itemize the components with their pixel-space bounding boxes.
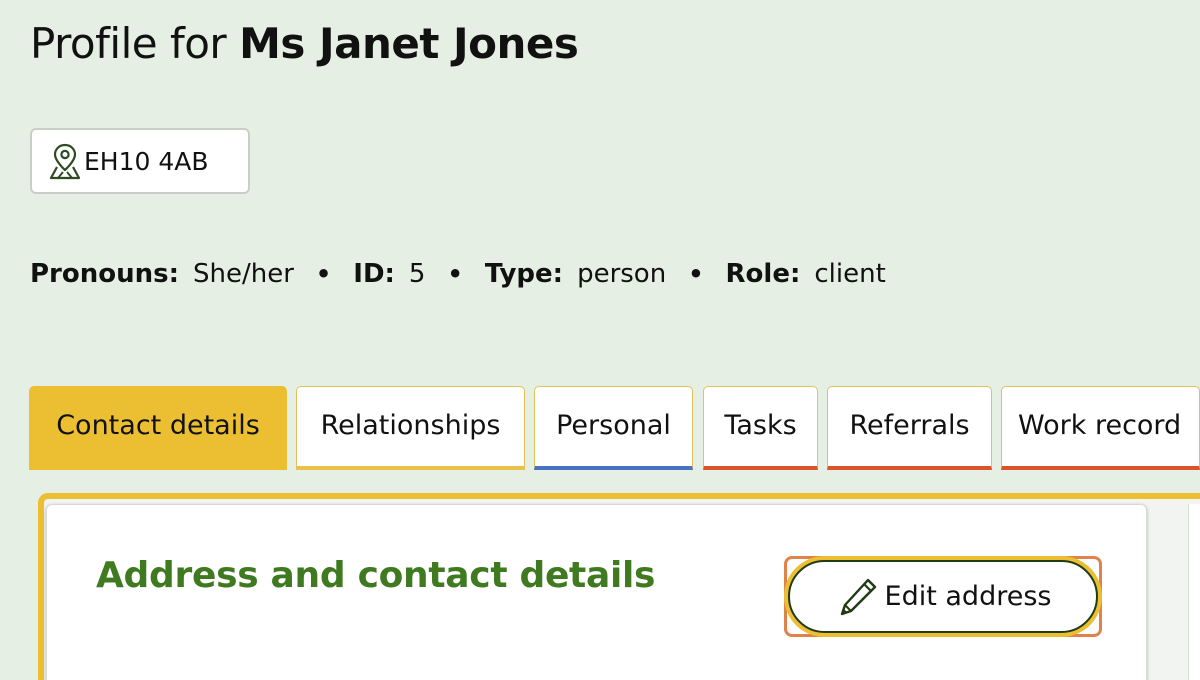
- page-title-prefix: Profile for: [30, 19, 227, 68]
- map-pin-icon: [48, 141, 82, 181]
- tab-relationships[interactable]: Relationships: [296, 386, 525, 470]
- type-label: Type:: [484, 259, 564, 289]
- edit-address-button[interactable]: Edit address: [788, 560, 1098, 633]
- meta-separator: •: [315, 260, 332, 288]
- next-card-edge: [1188, 504, 1200, 680]
- tab-referrals[interactable]: Referrals: [827, 386, 992, 470]
- profile-page: Profile for Ms Janet Jones EH10 4AB Pron…: [0, 0, 1200, 680]
- tab-tasks[interactable]: Tasks: [703, 386, 818, 470]
- pronouns-label: Pronouns:: [30, 259, 180, 289]
- role-value: client: [814, 259, 886, 289]
- id-value: 5: [408, 259, 426, 289]
- postcode-chip[interactable]: EH10 4AB: [30, 128, 250, 194]
- role-label: Role:: [725, 259, 801, 289]
- meta-separator: •: [688, 260, 704, 288]
- page-title: Profile for Ms Janet Jones: [30, 14, 579, 74]
- type-value: person: [577, 259, 667, 289]
- tab-personal[interactable]: Personal: [534, 386, 693, 470]
- id-label: ID:: [353, 259, 395, 289]
- postcode-value: EH10 4AB: [84, 146, 209, 176]
- tab-work-record[interactable]: Work record: [1001, 386, 1200, 470]
- meta-separator: •: [447, 260, 463, 288]
- edit-address-label: Edit address: [884, 581, 1052, 612]
- tab-contact-details[interactable]: Contact details: [29, 386, 287, 470]
- profile-meta: Pronouns: She/her • ID: 5 • Type: person • Role: c…: [30, 252, 886, 296]
- pronouns-value: She/her: [193, 259, 294, 289]
- pencil-icon: [835, 574, 881, 620]
- section-title: Address and contact details: [96, 555, 656, 596]
- person-name: Ms Janet Jones: [239, 19, 579, 68]
- profile-tabs: Contact details Relationships Personal T…: [29, 386, 1200, 470]
